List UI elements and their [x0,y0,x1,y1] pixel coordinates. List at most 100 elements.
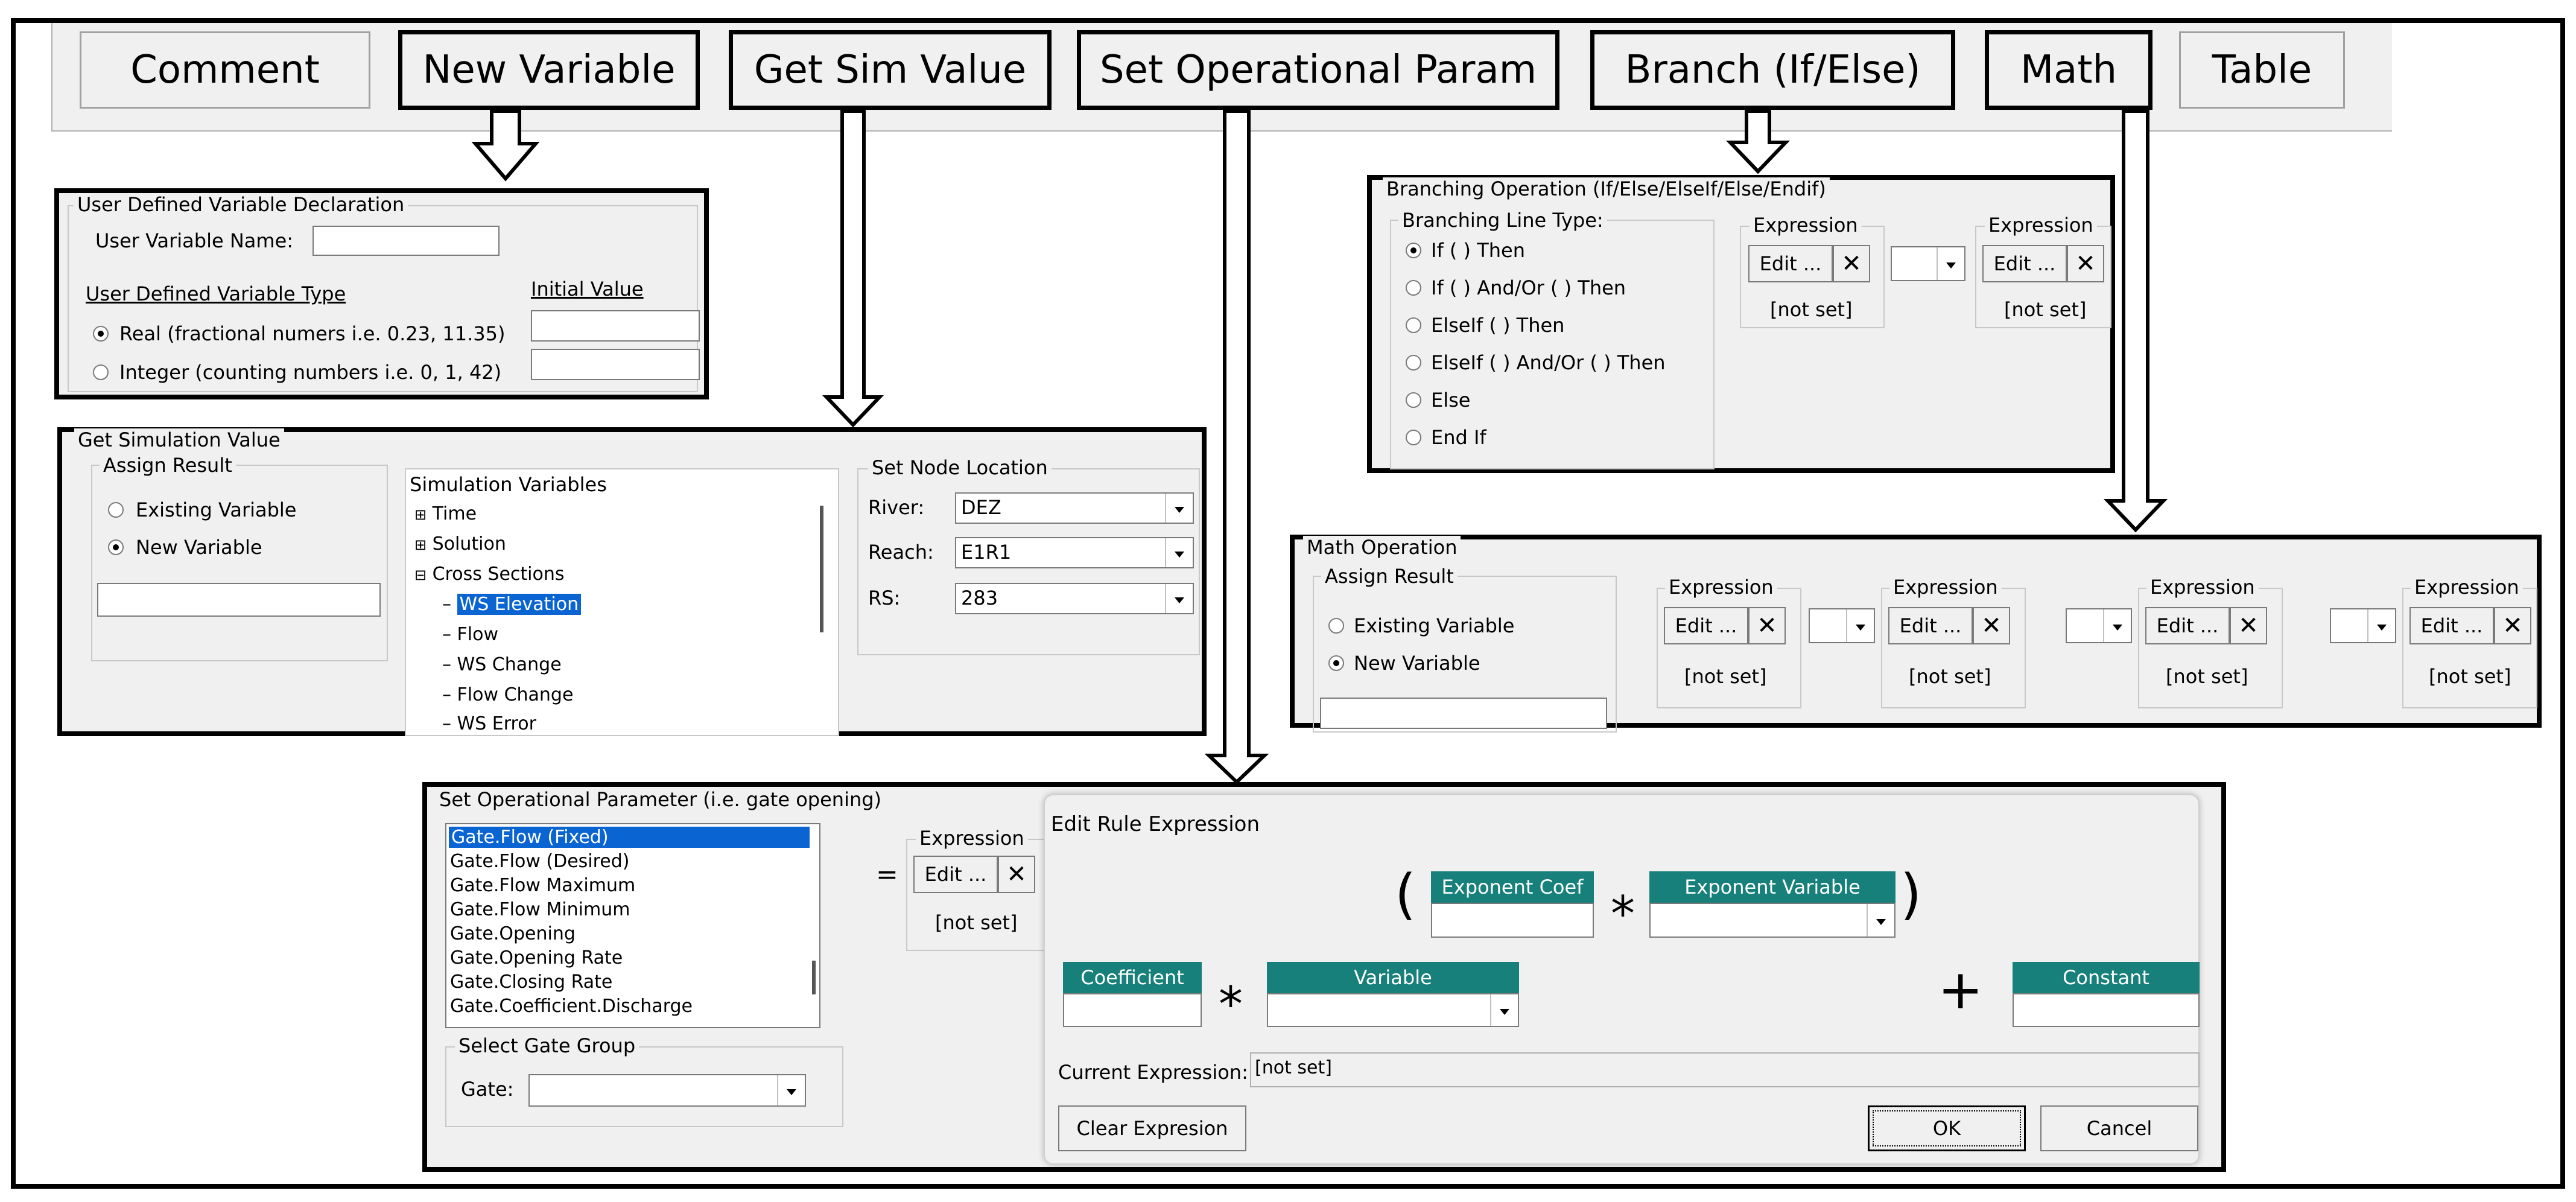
branch-expression-2-value: [not set] [2004,298,2087,321]
reach-select[interactable]: E1R1 [955,537,1194,568]
initial-value-integer-input[interactable] [531,349,700,380]
tree-leaf-ws-change[interactable]: – WS Change [442,654,562,675]
branch-endif-radio[interactable] [1406,430,1421,445]
initial-value-real-input[interactable] [531,310,700,342]
tree-leaf-flow-change[interactable]: – Flow Change [442,684,573,705]
node-location-label: Set Node Location [868,456,1052,479]
branch-else-label: Else [1431,389,1471,412]
new-variable-radio[interactable] [108,539,124,555]
param-item[interactable]: Gate.Flow (Fixed) [448,825,811,849]
river-label: River: [868,496,925,519]
param-item[interactable]: Gate.Closing Rate [450,971,612,993]
exponent-variable-header: Exponent Variable [1649,871,1896,903]
gate-group-label: Select Gate Group [455,1034,639,1057]
assign-result-label: Assign Result [100,454,236,477]
branch-elseif-andor-radio[interactable] [1406,355,1421,370]
exponent-times: * [1611,886,1635,942]
math-expression-2-clear-button[interactable]: ✕ [1973,607,2010,644]
branch-elseif-radio[interactable] [1406,317,1421,333]
coefficient-input[interactable] [1063,993,1202,1027]
branch-else-radio[interactable] [1406,392,1421,408]
math-assign-variable-input[interactable] [1320,698,1607,729]
simulation-variables-tree[interactable]: Simulation Variables ⊞ Time ⊞ Solution ⊟… [405,468,839,736]
branch-expression-2-clear-button[interactable]: ✕ [2067,245,2104,282]
clear-expression-button[interactable]: Clear Expresion [1058,1105,1246,1151]
integer-radio[interactable] [93,364,109,380]
branch-expression-2-edit-button[interactable]: Edit ... [1982,245,2067,282]
param-item[interactable]: Gate.Coefficient.Discharge [450,996,693,1017]
existing-variable-radio[interactable] [108,502,124,518]
branch-expression-1-clear-button[interactable]: ✕ [1833,245,1870,282]
rs-label: RS: [868,587,901,609]
open-paren: ( [1395,863,1416,926]
tree-leaf-ws-elevation[interactable]: – WS Elevation [442,593,583,616]
math-dialog: Math Operation Assign Result Existing Va… [1290,535,2542,733]
math-operator-3-select[interactable] [2330,608,2396,643]
math-expression-1-clear-button[interactable]: ✕ [1748,607,1786,644]
branch-operator-select[interactable] [1891,246,1965,281]
coefficient-header: Coefficient [1063,962,1202,993]
real-radio[interactable] [93,326,109,342]
math-expression-3-edit-button[interactable]: Edit ... [2145,607,2230,644]
variable-name-input[interactable] [312,226,500,256]
math-expression-4-clear-button[interactable]: ✕ [2494,607,2531,644]
tree-header: Simulation Variables [410,473,607,496]
reach-label: Reach: [868,541,934,564]
branch-if-radio[interactable] [1406,243,1421,258]
exponent-variable-select[interactable] [1649,903,1896,938]
arrow-get-sim [822,109,884,428]
param-list-scrollbar[interactable] [812,961,816,994]
math-expression-4-label: Expression [2411,576,2523,599]
tree-leaf-ws-error[interactable]: – WS Error [442,713,536,734]
operational-parameter-list[interactable]: Gate.Flow (Fixed) Gate.Flow (Desired) Ga… [445,823,820,1028]
rs-select[interactable]: 283 [955,583,1194,614]
math-expression-2-edit-button[interactable]: Edit ... [1888,607,1973,644]
tree-node-time[interactable]: ⊞ Time [414,503,477,524]
exponent-coef-input[interactable] [1431,903,1594,938]
math-expression-1-label: Expression [1665,576,1777,599]
branch-if-andor-label: If ( ) And/Or ( ) Then [1431,276,1626,299]
math-expression-1-value: [not set] [1684,665,1767,688]
branch-endif-label: End If [1431,426,1486,449]
constant-input[interactable] [2013,993,2200,1027]
math-expression-2-label: Expression [1889,576,2002,599]
assign-variable-input[interactable] [97,583,381,617]
branch-expression-1-edit-button[interactable]: Edit ... [1748,245,1833,282]
param-item[interactable]: Gate.Opening [450,923,576,944]
set-op-clear-button[interactable]: ✕ [998,856,1035,893]
math-expression-4-edit-button[interactable]: Edit ... [2409,607,2494,644]
river-select[interactable]: DEZ [955,492,1194,524]
math-expression-1-edit-button[interactable]: Edit ... [1664,607,1748,644]
math-expression-3-clear-button[interactable]: ✕ [2230,607,2267,644]
math-operator-2-select[interactable] [2066,608,2132,643]
arrow-branch [1725,109,1791,174]
math-existing-variable-radio[interactable] [1328,618,1344,634]
param-item[interactable]: Gate.Opening Rate [450,947,623,968]
math-expression-3-label: Expression [2146,576,2259,599]
branch-expression-1-value: [not set] [1770,298,1853,321]
math-expression-4-group [2402,588,2537,708]
gate-select[interactable] [528,1074,806,1107]
tree-node-solution[interactable]: ⊞ Solution [414,533,506,555]
param-item[interactable]: Gate.Flow (Desired) [450,851,630,872]
get-sim-dialog: Get Simulation Value Assign Result Exist… [57,427,1207,736]
tree-scrollbar[interactable] [820,506,823,632]
ok-button[interactable]: OK [1868,1105,2026,1151]
set-op-edit-button[interactable]: Edit ... [913,856,998,893]
tree-leaf-flow[interactable]: – Flow [442,624,498,645]
param-item[interactable]: Gate.Flow Minimum [450,899,630,920]
math-operator-1-select[interactable] [1809,608,1875,643]
param-item[interactable]: Gate.Flow Maximum [450,875,635,896]
gate-label: Gate: [461,1078,514,1101]
math-title: Math Operation [1303,536,1461,559]
math-new-variable-radio[interactable] [1328,655,1344,671]
new-variable-dialog: User Defined Variable Declaration User V… [54,188,709,399]
variable-select[interactable] [1267,993,1519,1027]
branch-if-andor-radio[interactable] [1406,280,1421,296]
tree-node-cross-sections[interactable]: ⊟ Cross Sections [414,564,565,585]
initial-value-label: Initial Value [531,278,644,300]
branch-expression-2-label: Expression [1985,214,2097,237]
cancel-button[interactable]: Cancel [2040,1105,2198,1151]
math-expression-3-group [2138,588,2283,708]
coefficient-times: * [1219,976,1243,1032]
